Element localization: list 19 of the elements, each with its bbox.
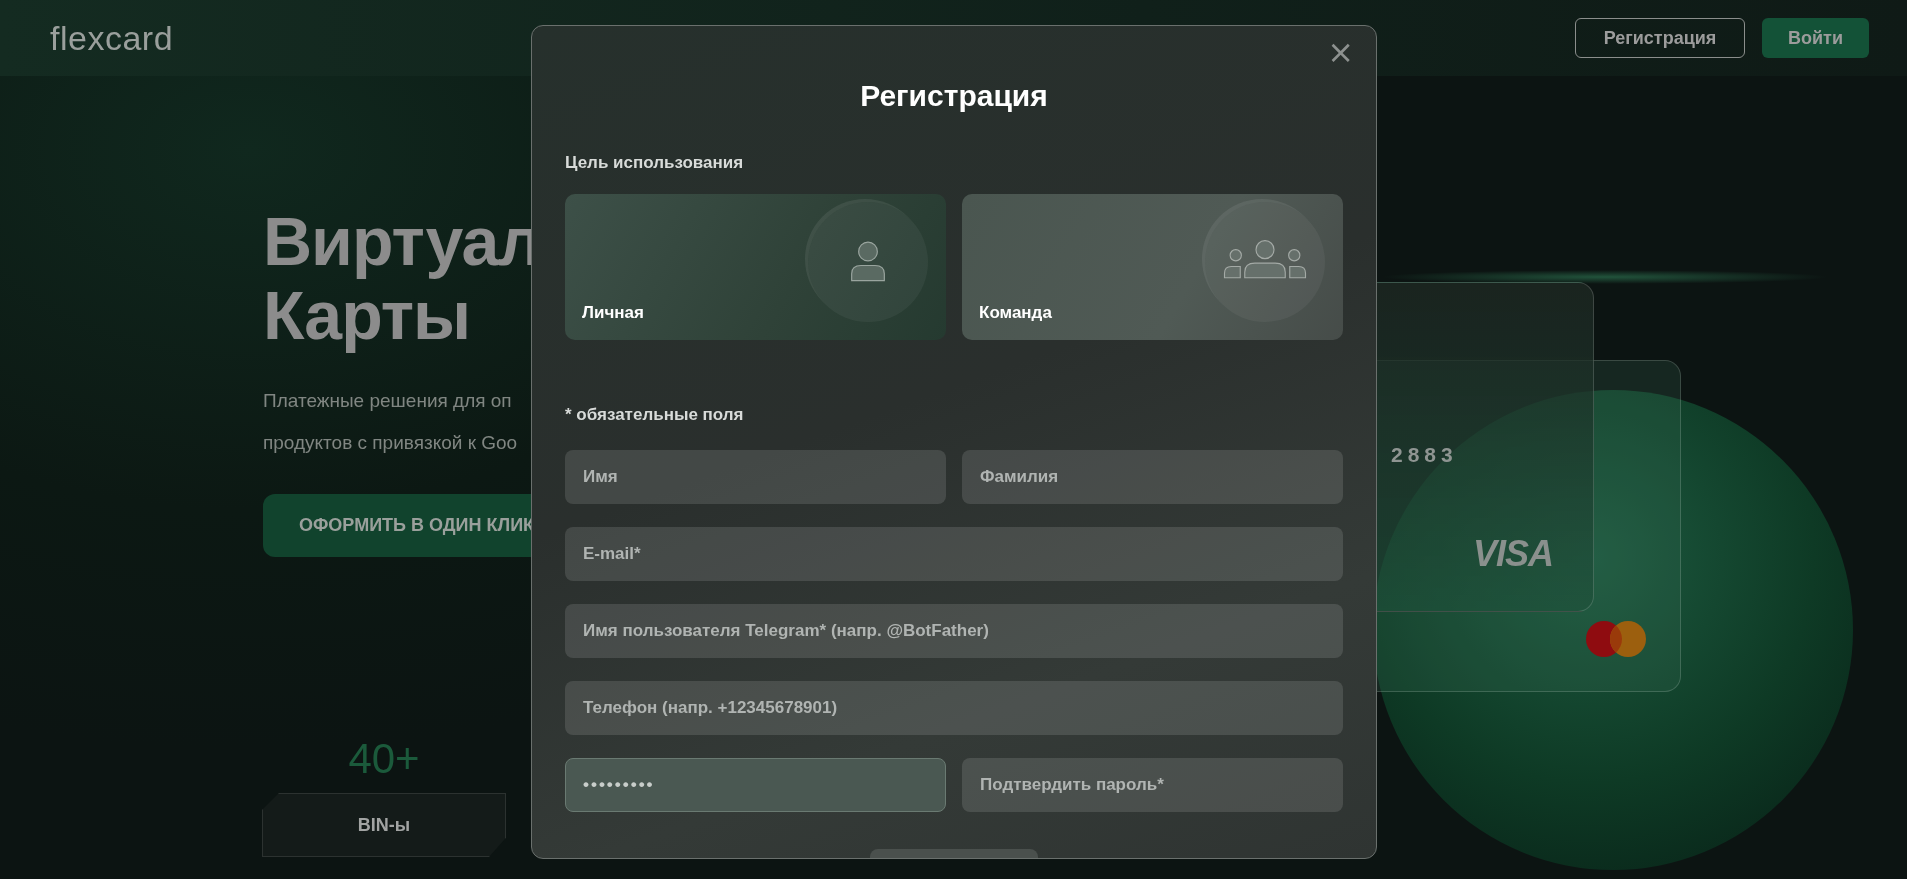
close-button[interactable]: × [1323,36,1358,68]
section-label: Цель использования [565,152,745,174]
logo[interactable]: flexcard [50,18,174,58]
dialog-title: Регистрация [859,78,1049,114]
stat-value: 40+ [348,735,420,783]
card-brand: VISA [1473,533,1554,575]
login-button[interactable]: Войти [1762,18,1869,58]
option-card[interactable]: Личная [565,194,946,340]
register-button[interactable]: Регистрация [1575,18,1745,58]
hero-text: продуктов с привязкой к Goo [263,431,518,455]
hero-title: Карты [263,278,471,352]
card-logo-icon [1586,621,1646,657]
stat-label: BIN-ы [262,793,506,857]
card-number: 2883 [1391,443,1458,467]
password-field[interactable]: ••••••••• [565,758,946,812]
required-note: * обязательные поля [565,404,745,426]
hero-text: Платежные решения для оп [263,389,512,413]
option-card[interactable]: Команда [962,194,1343,340]
hero-title: Виртуал [263,204,541,278]
